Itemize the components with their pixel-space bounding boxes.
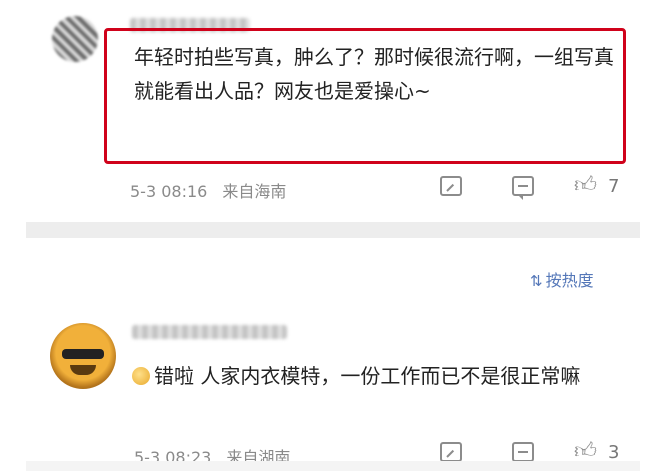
sort-label: 按热度: [545, 271, 594, 290]
comment-text-content: 错啦 人家内衣模特，一份工作而已不是很正常嘛: [154, 364, 581, 388]
comment-icon[interactable]: [512, 176, 534, 200]
section-divider: [26, 222, 640, 238]
avatar-glasses: [62, 349, 104, 359]
username-blurred[interactable]: [132, 325, 287, 339]
share-icon[interactable]: [440, 442, 462, 462]
comment-text: 年轻时拍些写真，肿么了？那时候很流行啊，一组写真就能看出人品？网友也是爱操心~: [134, 45, 614, 103]
like-count: 7: [608, 176, 620, 197]
comment-date: 5-3 08:16: [130, 182, 208, 201]
comment-meta: 5-3 08:16 来自海南: [130, 178, 286, 202]
comment-location: 来自海南: [222, 182, 287, 201]
comment-item-1: 年轻时拍些写真，肿么了？那时候很流行啊，一组写真就能看出人品？网友也是爱操心~ …: [0, 0, 660, 215]
comment-icon[interactable]: [512, 442, 534, 466]
sort-icon: ⇅: [530, 272, 543, 290]
comment-item-2: 错啦 人家内衣模特，一份工作而已不是很正常嘛 5-3 08:23 来自湖南 👍︎…: [0, 305, 660, 471]
avatar[interactable]: [50, 323, 116, 389]
thumbs-up-icon[interactable]: 👍︎: [574, 174, 597, 198]
avatar-mouth: [70, 365, 96, 375]
avatar[interactable]: [52, 16, 98, 62]
sort-by-hot-button[interactable]: ⇅ 按热度: [530, 267, 594, 291]
laughing-emoji-icon: [132, 367, 150, 385]
comment-text: 错啦 人家内衣模特，一份工作而已不是很正常嘛: [132, 359, 622, 393]
bottom-divider: [26, 461, 640, 471]
share-icon[interactable]: [440, 176, 462, 196]
